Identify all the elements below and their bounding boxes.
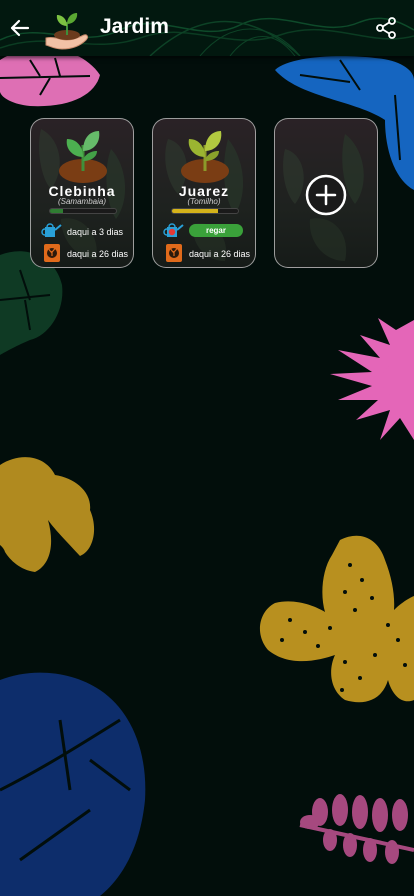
next-fertilize-label: daqui a 26 dias <box>67 249 129 259</box>
water-now-button[interactable]: regar <box>189 224 243 237</box>
fertilizer-bag-icon <box>44 244 60 262</box>
watering-can-alert-icon <box>163 223 184 237</box>
share-icon <box>376 17 396 39</box>
app-bar: Jardim <box>0 0 414 56</box>
watering-can-icon <box>41 223 62 237</box>
plant-card[interactable]: Juarez (Tomilho) regar daqui a 26 dias <box>152 118 256 268</box>
water-level-bar <box>49 208 117 214</box>
next-fertilize-label: daqui a 26 dias <box>189 249 251 259</box>
fertilizer-bag-icon <box>166 244 182 262</box>
water-level-bar <box>171 208 239 214</box>
hand-with-sprout-icon <box>45 13 88 50</box>
water-level-fill <box>172 209 219 213</box>
sprout-icon <box>181 131 229 183</box>
plant-card[interactable]: Clebinha (Samambaia) daqui a 3 dias daqu… <box>30 118 134 268</box>
page-title: Jardim <box>100 15 169 38</box>
back-button[interactable] <box>6 14 34 42</box>
plus-circle-icon[interactable] <box>305 174 347 216</box>
arrow-left-icon <box>10 19 30 37</box>
water-level-fill <box>50 209 64 213</box>
sprout-icon <box>59 131 107 183</box>
plant-species: (Samambaia) <box>57 197 106 206</box>
next-watering-label: daqui a 3 dias <box>67 227 124 237</box>
plant-species: (Tomilho) <box>187 197 221 206</box>
share-button[interactable] <box>374 16 398 40</box>
add-plant-card[interactable] <box>274 118 378 268</box>
